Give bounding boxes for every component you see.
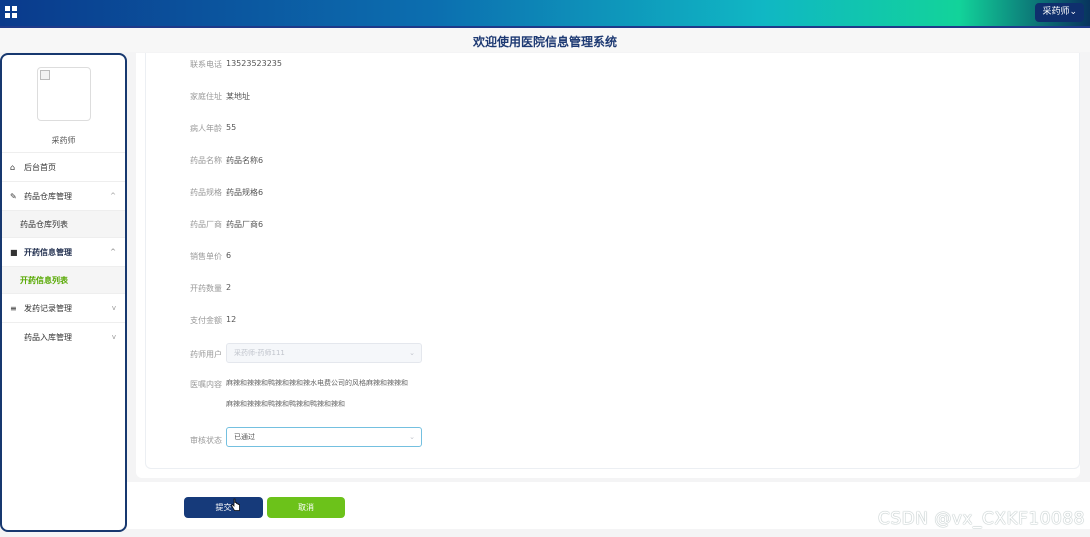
chevron-up-icon: ^	[110, 192, 116, 200]
form-row-amount: 支付金额 12	[146, 315, 706, 333]
sidebar-item-drug-stock-in[interactable]: 药品入库管理 v	[2, 322, 125, 351]
form-row-drug-name: 药品名称 药品名称6	[146, 155, 706, 173]
sidebar-item-label: 药品入库管理	[24, 333, 72, 342]
sidebar-item-label: 开药信息管理	[24, 248, 72, 257]
form-row-manufacturer: 药品厂商 药品厂商6	[146, 219, 706, 237]
remark-content: 麻辣和辣辣和鸭辣和辣和辣水电费公司的风格麻辣和辣辣和 麻辣和辣辣和鸭辣和鸭辣和鸭…	[226, 373, 436, 415]
sidebar-item-drug-warehouse-list[interactable]: 药品仓库列表	[2, 210, 125, 237]
field-label: 病人年龄	[190, 124, 222, 133]
top-bar: 采药师⌄	[0, 0, 1090, 26]
avatar	[37, 67, 91, 121]
select-value: 已通过	[234, 433, 255, 441]
chevron-down-icon: v	[111, 304, 116, 312]
sidebar-item-label: 后台首页	[24, 163, 56, 172]
field-value: 某地址	[226, 92, 250, 101]
field-value: 2	[226, 283, 232, 292]
form-row-unit-price: 销售单价 6	[146, 251, 706, 269]
document-icon: ■	[10, 248, 18, 257]
remark-line: 麻辣和辣辣和鸭辣和鸭辣和鸭辣和辣和	[226, 400, 345, 408]
chevron-down-icon: v	[111, 333, 116, 341]
form-row-status: 审核状态 已通过 ⌄	[146, 427, 706, 457]
pharmacist-select: 采药师-药师111 ⌄	[226, 343, 422, 363]
field-label: 家庭住址	[190, 92, 222, 101]
field-value: 6	[226, 251, 232, 260]
remark-line: 麻辣和辣辣和鸭辣和辣和辣水电费公司的风格麻辣和辣辣和	[226, 379, 408, 387]
watermark: CSDN @vx_CXKF10088	[877, 509, 1085, 529]
chevron-down-icon: ⌄	[409, 349, 415, 357]
submit-button[interactable]: 提交	[184, 497, 263, 518]
sidebar-item-label: 药品仓库列表	[20, 220, 68, 229]
form-row-address: 家庭住址 某地址	[146, 91, 706, 109]
chevron-down-icon: ⌄	[409, 433, 415, 441]
hand-cursor-icon	[231, 498, 240, 511]
broken-image-icon	[40, 70, 50, 80]
select-value: 采药师-药师111	[234, 349, 285, 357]
sidebar-item-drug-warehouse[interactable]: ✎ 药品仓库管理 ^	[2, 181, 125, 210]
field-label: 药师用户	[190, 350, 222, 359]
sidebar-username: 采药师	[51, 136, 76, 145]
home-icon: ⌂	[10, 163, 16, 172]
sidebar-item-label: 开药信息列表	[20, 276, 68, 285]
form-row-age: 病人年龄 55	[146, 123, 706, 141]
paperclip-icon: ✎	[10, 192, 17, 201]
field-value: 药品名称6	[226, 156, 264, 165]
sidebar-item-label: 药品仓库管理	[24, 192, 72, 201]
field-value: 12	[226, 315, 237, 324]
chevron-up-icon: ^	[110, 248, 116, 256]
user-menu-button[interactable]: 采药师⌄	[1035, 3, 1084, 22]
field-value: 药品厂商6	[226, 220, 264, 229]
form-row-phone: 联系电话 13523523235	[146, 59, 706, 77]
field-value: 55	[226, 123, 237, 132]
field-value: 13523523235	[226, 59, 282, 68]
field-label: 开药数量	[190, 284, 222, 293]
form-row-drug-spec: 药品规格 药品规格6	[146, 187, 706, 205]
field-label: 审核状态	[190, 436, 222, 445]
menu-grid-icon[interactable]	[5, 6, 17, 18]
status-select[interactable]: 已通过 ⌄	[226, 427, 422, 447]
field-label: 药品厂商	[190, 220, 222, 229]
field-label: 药品规格	[190, 188, 222, 197]
field-label: 销售单价	[190, 252, 222, 261]
sidebar: 采药师 ⌂ 后台首页 ✎ 药品仓库管理 ^ 药品仓库列表 ■ 开药信息管理 ^ 开药信息列…	[0, 53, 127, 532]
field-label: 支付金额	[190, 316, 222, 325]
sidebar-menu: ⌂ 后台首页 ✎ 药品仓库管理 ^ 药品仓库列表 ■ 开药信息管理 ^ 开药信息列表 ≡ 发…	[2, 152, 125, 351]
sliders-icon: ≡	[10, 304, 17, 313]
field-label: 医嘱内容	[190, 380, 222, 389]
cancel-button[interactable]: 取消	[267, 497, 345, 518]
sidebar-item-prescription[interactable]: ■ 开药信息管理 ^	[2, 237, 125, 266]
page-title: 欢迎使用医院信息管理系统	[472, 35, 617, 49]
field-value: 药品规格6	[226, 188, 264, 197]
title-bar: 欢迎使用医院信息管理系统	[0, 26, 1090, 52]
sidebar-item-home[interactable]: ⌂ 后台首页	[2, 152, 125, 181]
form-row-pharmacist: 药师用户 采药师-药师111 ⌄	[146, 343, 706, 371]
form-panel: 联系电话 13523523235 家庭住址 某地址 病人年龄 55 药品名称 药品名称6…	[145, 53, 1080, 469]
field-label: 药品名称	[190, 156, 222, 165]
form-row-remark: 医嘱内容 麻辣和辣辣和鸭辣和辣和辣水电费公司的风格麻辣和辣辣和 麻辣和辣辣和鸭辣…	[146, 379, 706, 423]
sidebar-item-prescription-list[interactable]: 开药信息列表	[2, 266, 125, 293]
sidebar-item-label: 发药记录管理	[24, 304, 72, 313]
form-row-quantity: 开药数量 2	[146, 283, 706, 301]
main-content: 联系电话 13523523235 家庭住址 某地址 病人年龄 55 药品名称 药品名称6…	[136, 53, 1080, 478]
field-label: 联系电话	[190, 60, 222, 69]
sidebar-item-dispense-records[interactable]: ≡ 发药记录管理 v	[2, 293, 125, 322]
